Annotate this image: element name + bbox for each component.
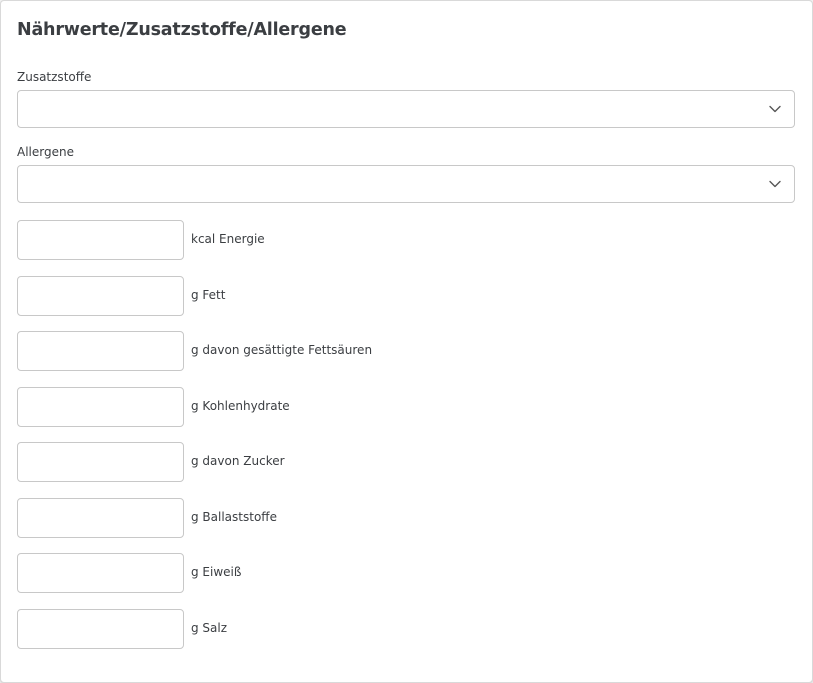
nutrition-row-protein: g Eiweiß	[17, 553, 617, 593]
fat-label: g Fett	[191, 288, 226, 302]
allergens-label: Allergene	[17, 145, 74, 159]
energy-label: kcal Energie	[191, 232, 265, 246]
fiber-input[interactable]	[17, 498, 184, 538]
allergens-select[interactable]	[17, 165, 795, 203]
sugar-input[interactable]	[17, 442, 184, 482]
nutrition-card: Nährwerte/Zusatzstoffe/Allergene Zusatzs…	[0, 0, 813, 683]
nutrition-row-sugar: g davon Zucker	[17, 442, 617, 482]
section-title: Nährwerte/Zusatzstoffe/Allergene	[17, 20, 347, 40]
fat-input[interactable]	[17, 276, 184, 316]
saturated-fat-input[interactable]	[17, 331, 184, 371]
sugar-label: g davon Zucker	[191, 454, 285, 468]
additives-label: Zusatzstoffe	[17, 70, 92, 84]
energy-input[interactable]	[17, 220, 184, 260]
protein-label: g Eiweiß	[191, 565, 242, 579]
carbohydrates-input[interactable]	[17, 387, 184, 427]
nutrition-row-salt: g Salz	[17, 609, 617, 649]
salt-label: g Salz	[191, 621, 228, 635]
additives-select[interactable]	[17, 90, 795, 128]
fiber-label: g Ballaststoffe	[191, 510, 277, 524]
carbohydrates-label: g Kohlenhydrate	[191, 399, 290, 413]
nutrition-row-fat: g Fett	[17, 276, 617, 316]
nutrition-row-energy: kcal Energie	[17, 220, 617, 260]
nutrition-row-carbohydrates: g Kohlenhydrate	[17, 387, 617, 427]
salt-input[interactable]	[17, 609, 184, 649]
nutrition-row-saturated-fat: g davon gesättigte Fettsäuren	[17, 331, 617, 371]
chevron-down-icon	[769, 180, 781, 188]
saturated-fat-label: g davon gesättigte Fettsäuren	[191, 343, 373, 357]
protein-input[interactable]	[17, 553, 184, 593]
nutrition-row-fiber: g Ballaststoffe	[17, 498, 617, 538]
chevron-down-icon	[769, 105, 781, 113]
